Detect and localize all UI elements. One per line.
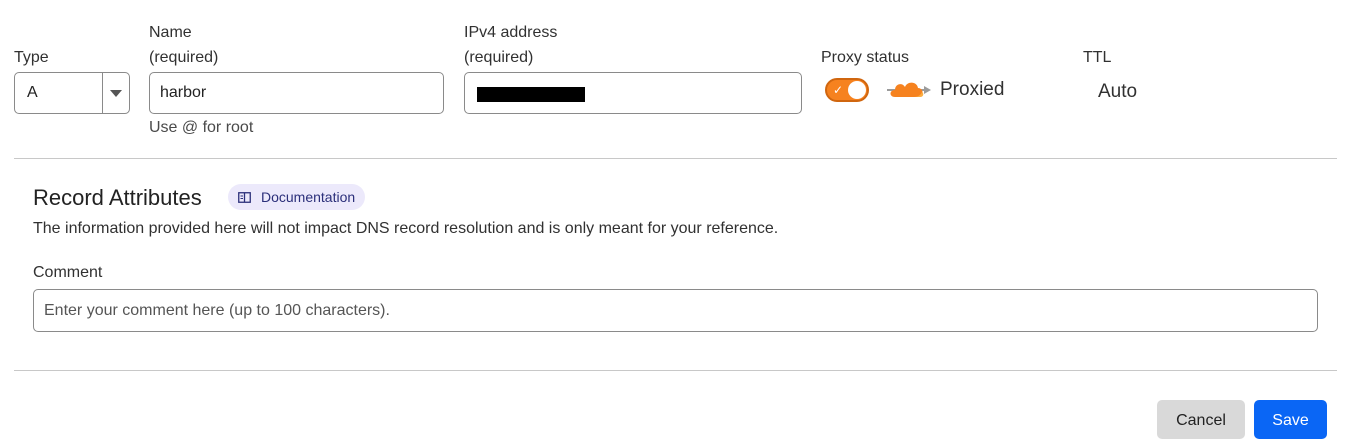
- type-select[interactable]: A: [14, 72, 130, 114]
- name-input[interactable]: harbor: [149, 72, 444, 114]
- type-select-value: A: [15, 73, 103, 113]
- save-button[interactable]: Save: [1254, 400, 1327, 439]
- documentation-link[interactable]: Documentation: [228, 184, 366, 210]
- comment-label: Comment: [33, 264, 103, 281]
- book-icon: [238, 191, 251, 203]
- cancel-button[interactable]: Cancel: [1157, 400, 1245, 439]
- section-description: The information provided here will not i…: [33, 220, 779, 237]
- type-label: Type: [14, 49, 49, 66]
- divider: [14, 370, 1337, 371]
- toggle-knob: [848, 81, 866, 99]
- comment-input[interactable]: [33, 289, 1318, 332]
- proxy-status-label: Proxy status: [821, 49, 910, 66]
- cloud-icon: [886, 78, 932, 100]
- ipv4-required-label: (required): [464, 49, 534, 66]
- proxy-toggle[interactable]: ✓: [825, 78, 869, 102]
- name-input-value: harbor: [160, 84, 207, 101]
- ttl-label: TTL: [1083, 49, 1112, 66]
- name-required-label: (required): [149, 49, 219, 66]
- ttl-value: Auto: [1098, 81, 1138, 102]
- name-help-text: Use @ for root: [149, 119, 254, 136]
- chevron-down-icon[interactable]: [103, 73, 129, 113]
- ipv4-label: IPv4 address: [464, 24, 558, 41]
- ipv4-input[interactable]: [464, 72, 802, 114]
- proxy-status-text: Proxied: [940, 79, 1005, 100]
- check-icon: ✓: [833, 83, 844, 97]
- name-label: Name: [149, 24, 192, 41]
- divider: [14, 158, 1337, 159]
- redacted-value: [477, 87, 585, 102]
- section-title: Record Attributes: [33, 185, 202, 210]
- documentation-label: Documentation: [261, 189, 356, 205]
